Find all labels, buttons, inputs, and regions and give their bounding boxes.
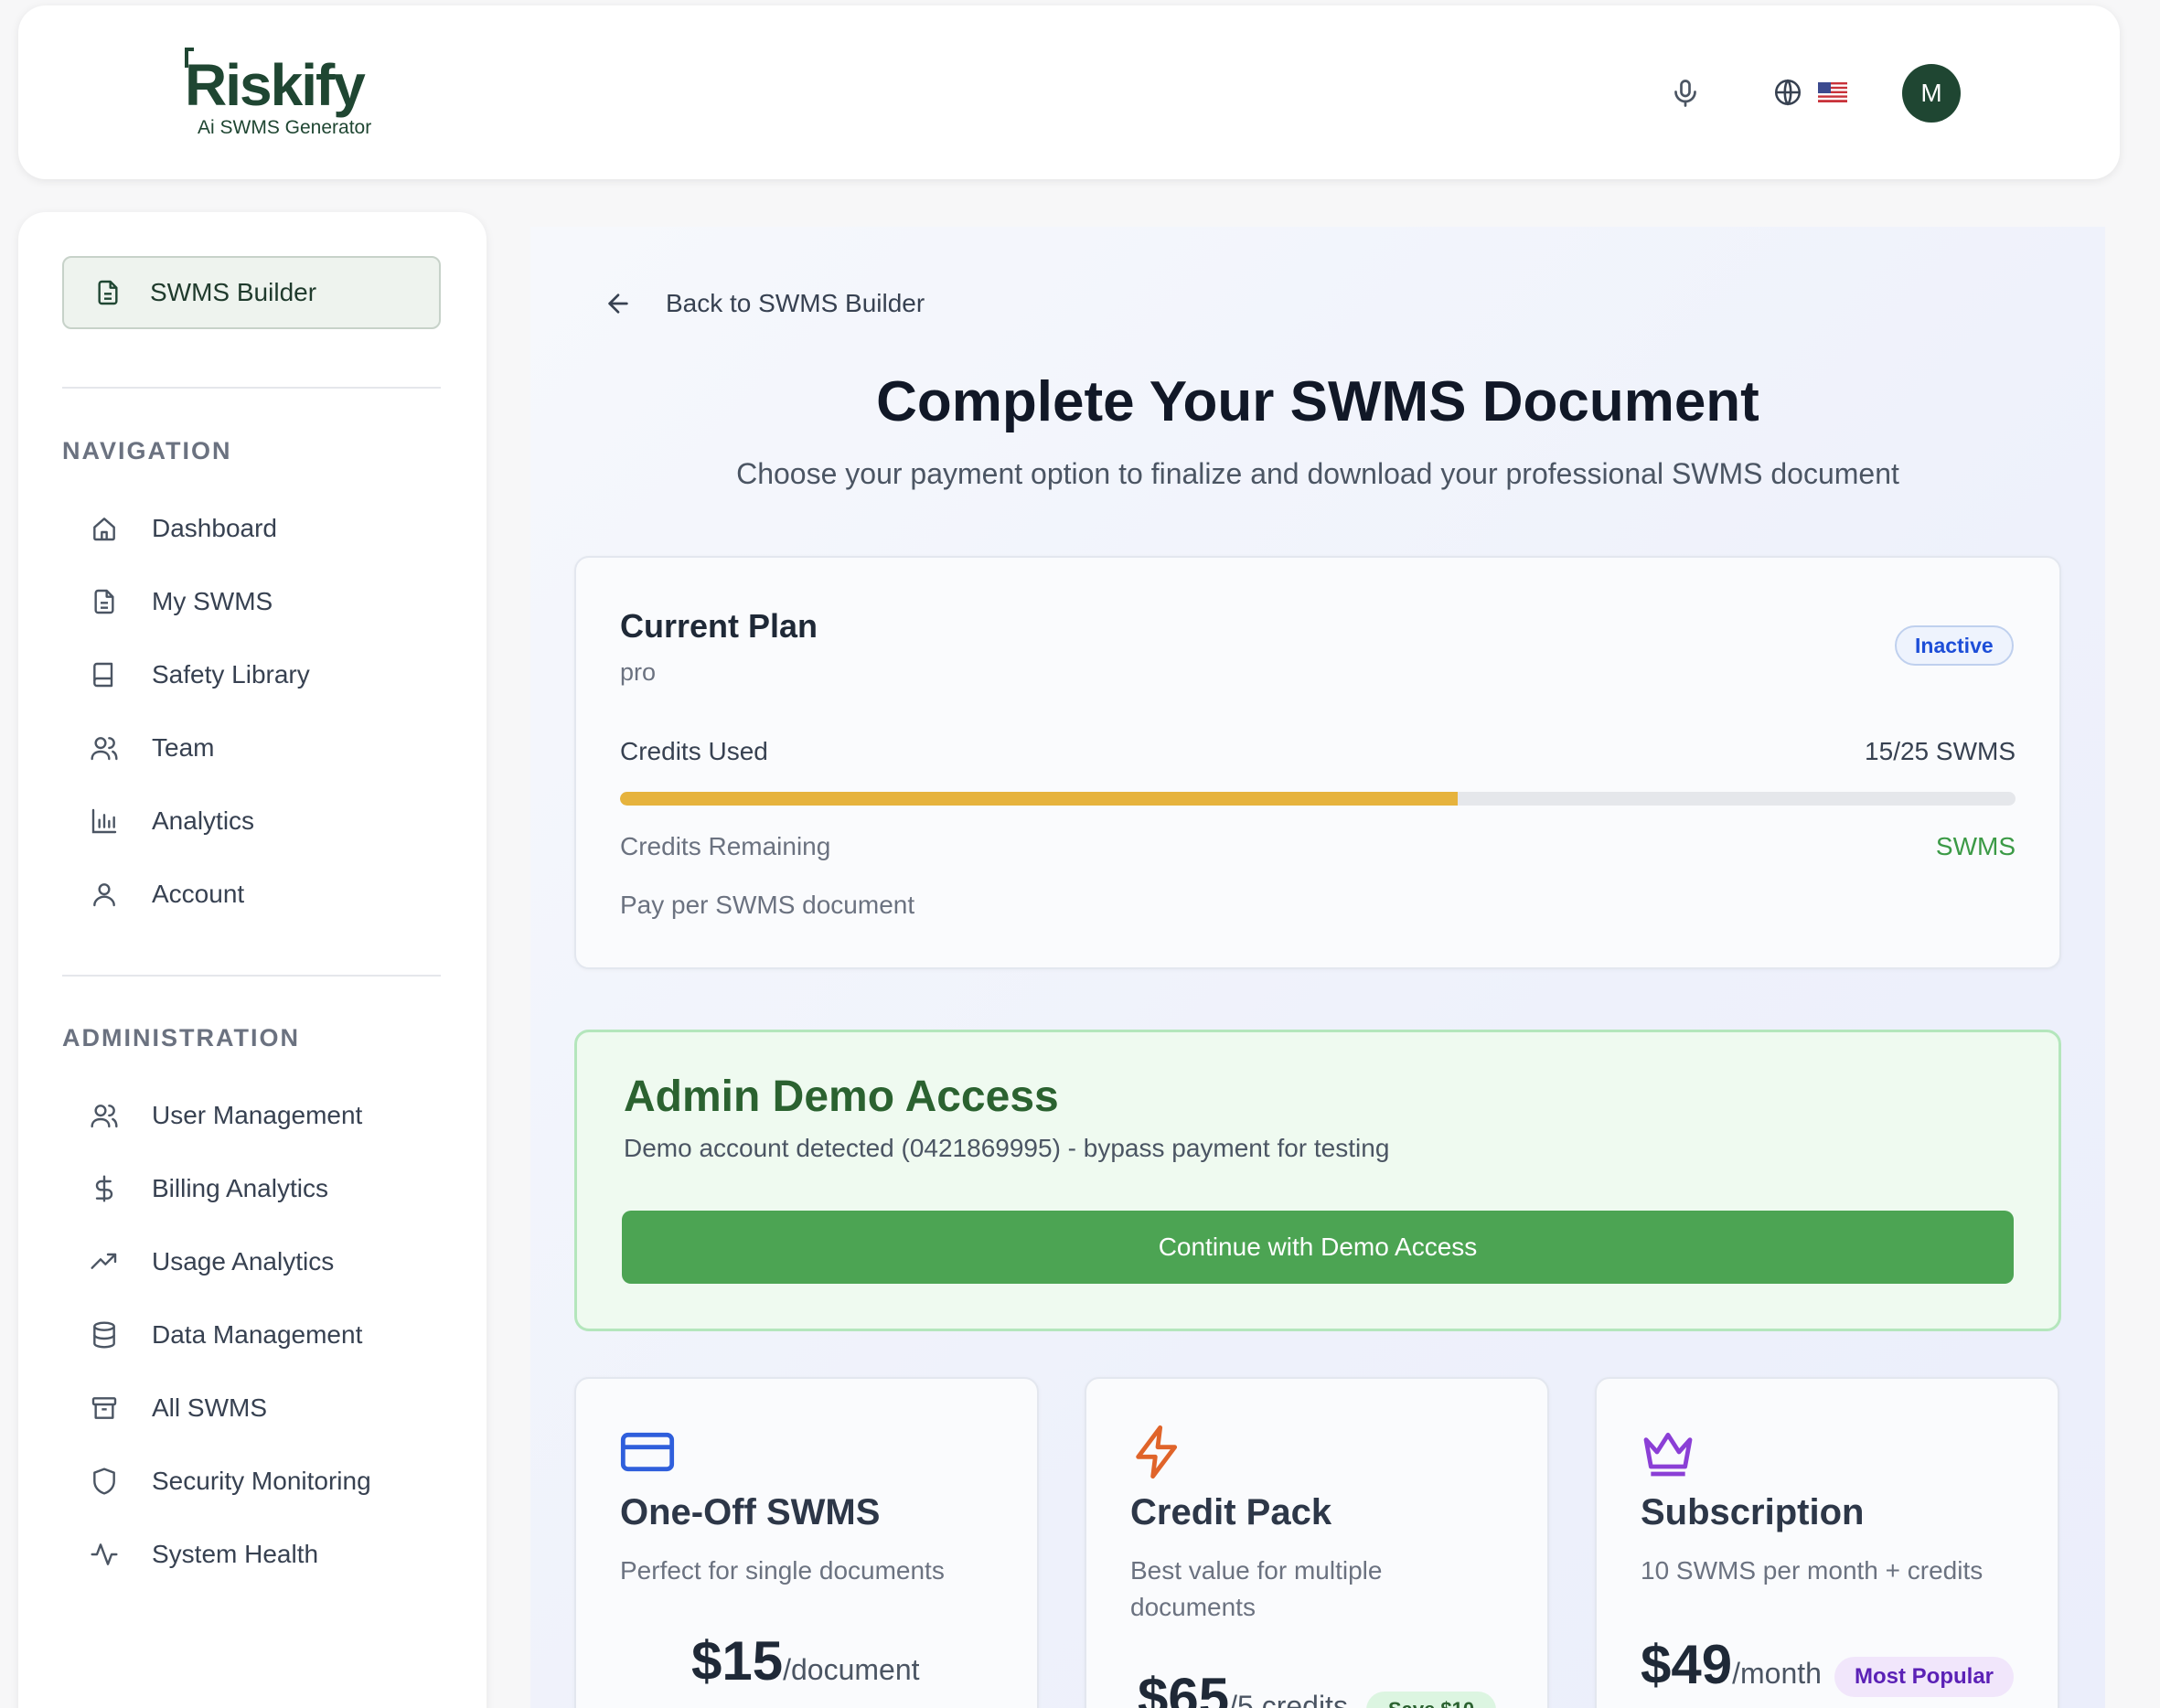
- pricing-title: One-Off SWMS: [620, 1492, 881, 1532]
- sidebar-item-my-swms[interactable]: My SWMS: [62, 574, 441, 629]
- sidebar-item-analytics[interactable]: Analytics: [62, 794, 441, 849]
- arrow-left-icon: [608, 294, 628, 314]
- current-plan-title: Current Plan: [620, 607, 818, 645]
- credits-used-value: 15/25 SWMS: [1865, 737, 2016, 765]
- sidebar-item-usage-analytics[interactable]: Usage Analytics: [62, 1234, 441, 1289]
- page-subtitle: Choose your payment option to finalize a…: [736, 457, 1899, 490]
- sidebar-item-label: Dashboard: [152, 514, 277, 542]
- price-amount: $65: [1138, 1667, 1230, 1708]
- current-plan-name: pro: [620, 658, 657, 686]
- pricing-price: $15 /document: [691, 1629, 920, 1692]
- sidebar-item-user-management[interactable]: User Management: [62, 1088, 441, 1143]
- swms-builder-label: SWMS Builder: [150, 278, 317, 306]
- sidebar-item-billing-analytics[interactable]: Billing Analytics: [62, 1161, 441, 1216]
- sidebar-item-team[interactable]: Team: [62, 721, 441, 775]
- back-link-label: Back to SWMS Builder: [666, 289, 925, 317]
- users-icon: [91, 737, 118, 761]
- credits-remaining-label: Credits Remaining: [620, 832, 831, 860]
- user-avatar[interactable]: M: [1902, 64, 1961, 123]
- most-popular-badge: Most Popular: [1834, 1657, 2015, 1697]
- price-amount: $15: [691, 1630, 784, 1692]
- sidebar-item-label: User Management: [152, 1101, 363, 1129]
- pricing-price: $49 /month: [1641, 1633, 1822, 1696]
- sidebar-item-account[interactable]: Account: [62, 867, 441, 922]
- sidebar-item-label: Account: [152, 880, 245, 908]
- demo-description: Demo account detected (0421869995) - byp…: [624, 1134, 1390, 1162]
- brand-tagline: Ai SWMS Generator: [198, 117, 372, 138]
- back-link[interactable]: Back to SWMS Builder: [604, 289, 925, 318]
- price-unit: /5 credits: [1229, 1690, 1348, 1708]
- database-icon: [93, 1321, 115, 1349]
- archive-icon: [91, 1397, 117, 1419]
- trending-up-icon: [91, 1253, 117, 1269]
- sidebar-item-security-monitoring[interactable]: Security Monitoring: [62, 1454, 441, 1509]
- price-unit: /month: [1732, 1657, 1822, 1690]
- navigation-heading: NAVIGATION: [62, 437, 232, 464]
- sidebar-item-system-health[interactable]: System Health: [62, 1527, 441, 1582]
- sidebar-item-label: All SWMS: [152, 1393, 267, 1422]
- swms-builder-button[interactable]: SWMS Builder: [62, 256, 441, 329]
- us-flag-icon[interactable]: [1818, 82, 1847, 102]
- lightning-icon: [1136, 1425, 1178, 1479]
- page-title: Complete Your SWMS Document: [876, 370, 1759, 433]
- bar-chart-icon: [91, 808, 117, 834]
- sidebar-item-label: Data Management: [152, 1320, 363, 1349]
- sidebar-item-label: Usage Analytics: [152, 1247, 335, 1276]
- continue-demo-button[interactable]: Continue with Demo Access: [622, 1211, 2014, 1284]
- pricing-description: Best value for multiple documents: [1130, 1556, 1383, 1621]
- sidebar-item-label: System Health: [152, 1540, 319, 1568]
- sidebar-item-label: Security Monitoring: [152, 1467, 371, 1495]
- users-icon: [91, 1105, 118, 1128]
- sidebar-divider: [62, 975, 441, 977]
- demo-title: Admin Demo Access: [624, 1073, 1059, 1121]
- pricing-title: Credit Pack: [1130, 1492, 1332, 1532]
- dollar-icon: [95, 1175, 113, 1202]
- pay-per-document-label: Pay per SWMS document: [620, 891, 915, 919]
- save-badge: Save $10: [1365, 1692, 1497, 1708]
- sidebar-divider: [62, 387, 441, 389]
- pricing-title: Subscription: [1641, 1492, 1865, 1532]
- mic-icon[interactable]: [1669, 75, 1702, 112]
- sidebar-item-label: Team: [152, 733, 215, 762]
- pricing-description: 10 SWMS per month + credits: [1641, 1556, 1984, 1585]
- sidebar-item-label: Analytics: [152, 806, 255, 835]
- pricing-price: $65 /5 credits Save $10: [1138, 1666, 1497, 1708]
- user-icon: [93, 883, 115, 907]
- sidebar-item-label: Safety Library: [152, 660, 310, 689]
- administration-heading: ADMINISTRATION: [62, 1024, 300, 1051]
- price-unit: /document: [783, 1653, 920, 1686]
- sidebar-item-all-swms[interactable]: All SWMS: [62, 1381, 441, 1436]
- brand-name: Riskify: [185, 52, 366, 118]
- sidebar-item-label: Billing Analytics: [152, 1174, 328, 1202]
- sidebar-item-dashboard[interactable]: Dashboard: [62, 501, 441, 556]
- document-icon: [98, 280, 118, 305]
- sidebar-item-data-management[interactable]: Data Management: [62, 1308, 441, 1362]
- credit-card-icon: [620, 1432, 675, 1472]
- pricing-description: Perfect for single documents: [620, 1556, 945, 1585]
- home-icon: [93, 518, 115, 541]
- document-icon: [94, 589, 114, 614]
- price-amount: $49: [1641, 1634, 1733, 1695]
- credits-progress-bar: [620, 792, 2016, 806]
- shield-icon: [93, 1468, 115, 1495]
- sidebar-item-safety-library[interactable]: Safety Library: [62, 647, 441, 702]
- crown-icon: [1643, 1432, 1693, 1477]
- book-icon: [93, 662, 113, 688]
- sidebar-item-label: My SWMS: [152, 587, 273, 615]
- credits-remaining-value: SWMS: [1935, 832, 2016, 860]
- activity-icon: [91, 1543, 118, 1565]
- plan-status-badge: Inactive: [1895, 625, 2014, 666]
- credits-used-label: Credits Used: [620, 737, 768, 765]
- riskify-logo[interactable]: Riskify Ai SWMS Generator: [165, 46, 402, 146]
- credits-progress-fill: [620, 792, 1458, 806]
- globe-icon[interactable]: [1772, 77, 1803, 108]
